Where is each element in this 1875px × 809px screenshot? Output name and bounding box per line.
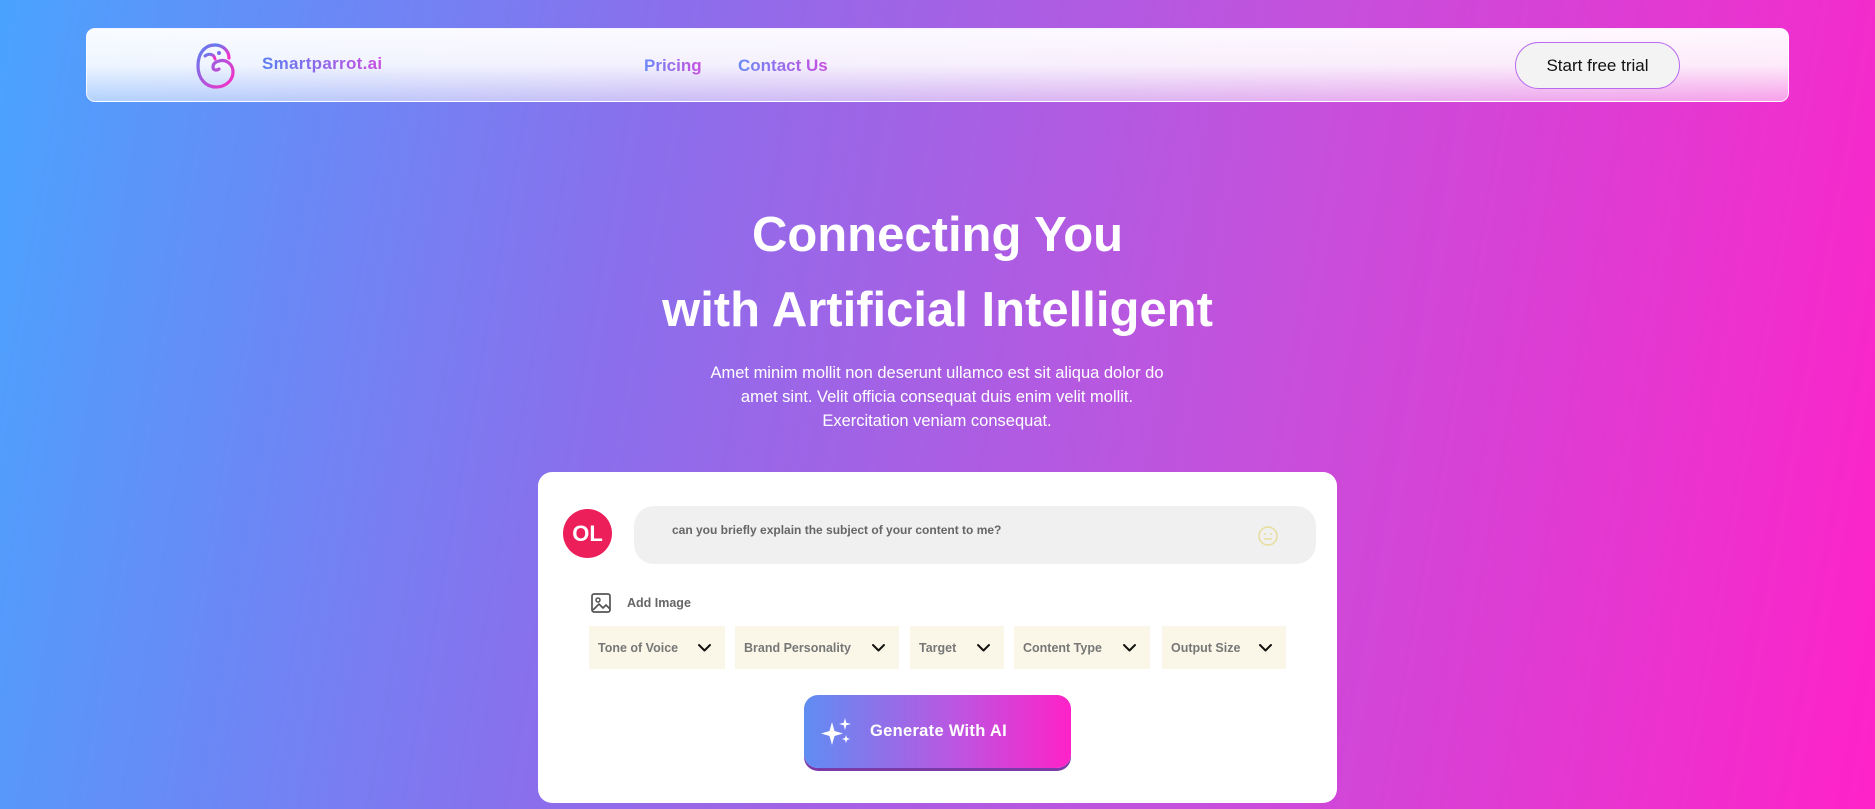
dropdown-content-type[interactable]: Content Type [1014,626,1150,669]
add-image-button[interactable]: Add Image [590,592,691,614]
dropdown-tone-of-voice[interactable]: Tone of Voice [589,626,725,669]
chevron-down-icon [872,644,885,652]
chevron-down-icon [1123,644,1136,652]
hero-title-line-1: Connecting You [751,208,1124,262]
hero-description-line-3: Exercitation veniam consequat. [822,412,1052,430]
image-icon [591,593,611,613]
dropdown-label: Target [919,640,957,655]
start-free-trial-button[interactable]: Start free trial [1515,42,1680,89]
dropdown-target[interactable]: Target [910,626,1004,669]
dropdown-output-size[interactable]: Output Size [1162,626,1286,669]
smiley-icon[interactable] [1257,525,1279,547]
dropdown-label: Output Size [1171,640,1241,655]
brand-name[interactable]: Smartparrot.ai [262,54,382,74]
dropdown-label: Tone of Voice [598,640,679,655]
avatar: OL [563,509,612,558]
add-image-label: Add Image [627,596,691,610]
dropdown-brand-personality[interactable]: Brand Personality [735,626,899,669]
chevron-down-icon [698,644,711,652]
sparkle-icon [821,717,851,745]
chevron-down-icon [977,644,990,652]
nav-link-pricing[interactable]: Pricing [644,56,702,76]
navbar: Smartparrot.ai Pricing Contact Us Start … [86,28,1789,102]
hero-title-line-2: with Artificial Intelligent [662,283,1213,337]
generate-label: Generate With AI [870,722,1007,740]
dropdown-label: Content Type [1023,640,1102,655]
hero-description-line-1: Amet minim mollit non deserunt ullamco e… [710,364,1164,382]
hero-description: Amet minim mollit non deserunt ullamco e… [687,361,1187,433]
chevron-down-icon [1259,644,1272,652]
nav-link-contact-us[interactable]: Contact Us [738,56,828,76]
generate-with-ai-button[interactable]: Generate With AI [804,695,1071,768]
parrot-logo-icon[interactable] [195,42,237,90]
prompt-input[interactable]: can you briefly explain the subject of y… [634,506,1316,564]
dropdown-label: Brand Personality [744,640,851,655]
hero-title: Connecting You with Artificial Intellige… [0,198,1875,348]
prompt-text: can you briefly explain the subject of y… [672,523,1002,537]
generator-card: OL can you briefly explain the subject o… [538,472,1337,803]
hero-description-line-2: amet sint. Velit officia consequat duis … [740,388,1134,406]
